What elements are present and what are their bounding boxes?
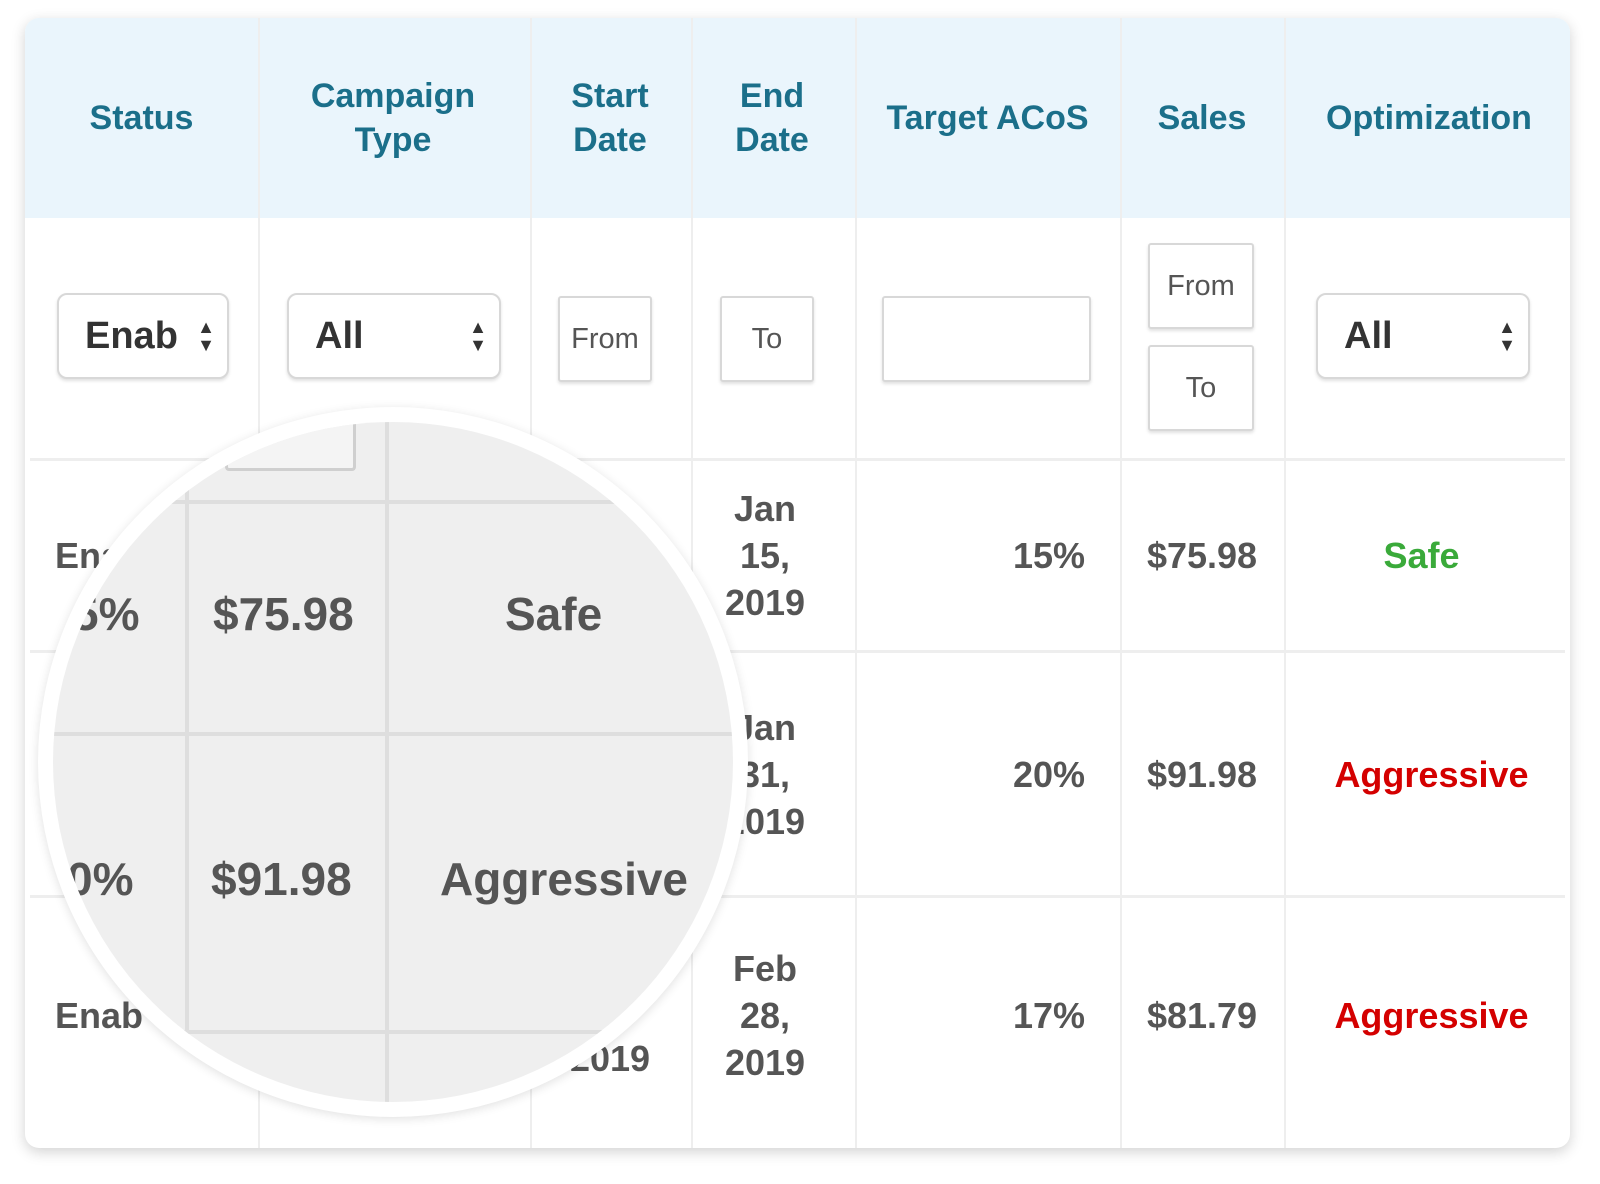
header-sales[interactable]: Sales <box>1120 18 1284 218</box>
magnified-row-divider <box>53 500 733 504</box>
magnified-row-divider <box>53 1030 733 1034</box>
row1-end-date: Jan 15, 2019 <box>724 488 806 623</box>
row3-optimization: Aggressive <box>1334 995 1529 1036</box>
optimization-filter-value: All <box>1344 314 1393 357</box>
header-status[interactable]: Status <box>25 18 258 218</box>
magnified-view: 5% $75.98 Safe 0% $91.98 Aggressive <box>53 422 733 1102</box>
end-date-to-input[interactable]: To <box>720 296 814 382</box>
status-filter-value: Enab <box>85 314 178 357</box>
magnified-column-divider <box>385 422 389 1102</box>
row3-target-acos: 17% <box>1012 995 1085 1036</box>
magnified-row1-sales: $75.98 <box>213 588 354 640</box>
campaign-type-filter-value: All <box>315 314 364 357</box>
sort-arrows-icon: ▲ ▼ <box>469 317 487 355</box>
status-filter-select[interactable]: Enab ▲ ▼ <box>57 293 229 379</box>
magnified-column-divider <box>185 422 189 1102</box>
header-target-acos[interactable]: Target ACoS <box>855 18 1120 218</box>
header-start-date[interactable]: Start Date <box>555 18 665 218</box>
magnified-row1-optimization: Safe <box>505 588 603 640</box>
magnified-row1-target-acos: 5% <box>73 588 140 640</box>
row2-optimization: Aggressive <box>1334 753 1529 795</box>
header-campaign-type[interactable]: Campaign Type <box>308 18 478 218</box>
campaign-type-filter-select[interactable]: All ▲ ▼ <box>287 293 501 379</box>
sales-from-input[interactable]: From <box>1148 243 1254 329</box>
row1-optimization: Safe <box>1383 535 1460 576</box>
magnified-row2-sales: $91.98 <box>211 853 352 905</box>
header-optimization[interactable]: Optimization <box>1284 18 1570 218</box>
header-end-date[interactable]: End Date <box>717 18 827 218</box>
target-acos-input[interactable] <box>882 296 1091 382</box>
start-date-from-input[interactable]: From <box>558 296 652 382</box>
row3-sales: $81.79 <box>1146 995 1258 1036</box>
magnified-row-divider <box>53 732 733 736</box>
sort-arrows-icon: ▲ ▼ <box>1498 317 1516 355</box>
row2-target-acos: 20% <box>1012 753 1085 795</box>
magnified-input-box <box>225 422 356 471</box>
row2-sales: $91.98 <box>1146 753 1258 795</box>
row3-end-date: Feb 28, 2019 <box>724 948 806 1083</box>
optimization-filter-select[interactable]: All ▲ ▼ <box>1316 293 1530 379</box>
row1-target-acos: 15% <box>1012 535 1085 576</box>
magnified-row2-optimization: Aggressive <box>440 853 689 905</box>
magnifier-lens: 5% $75.98 Safe 0% $91.98 Aggressive <box>38 407 748 1117</box>
sales-to-input[interactable]: To <box>1148 345 1254 431</box>
sort-arrows-icon: ▲ ▼ <box>197 317 215 355</box>
magnified-row2-target-acos: 0% <box>67 853 134 905</box>
row1-sales: $75.98 <box>1146 535 1258 576</box>
